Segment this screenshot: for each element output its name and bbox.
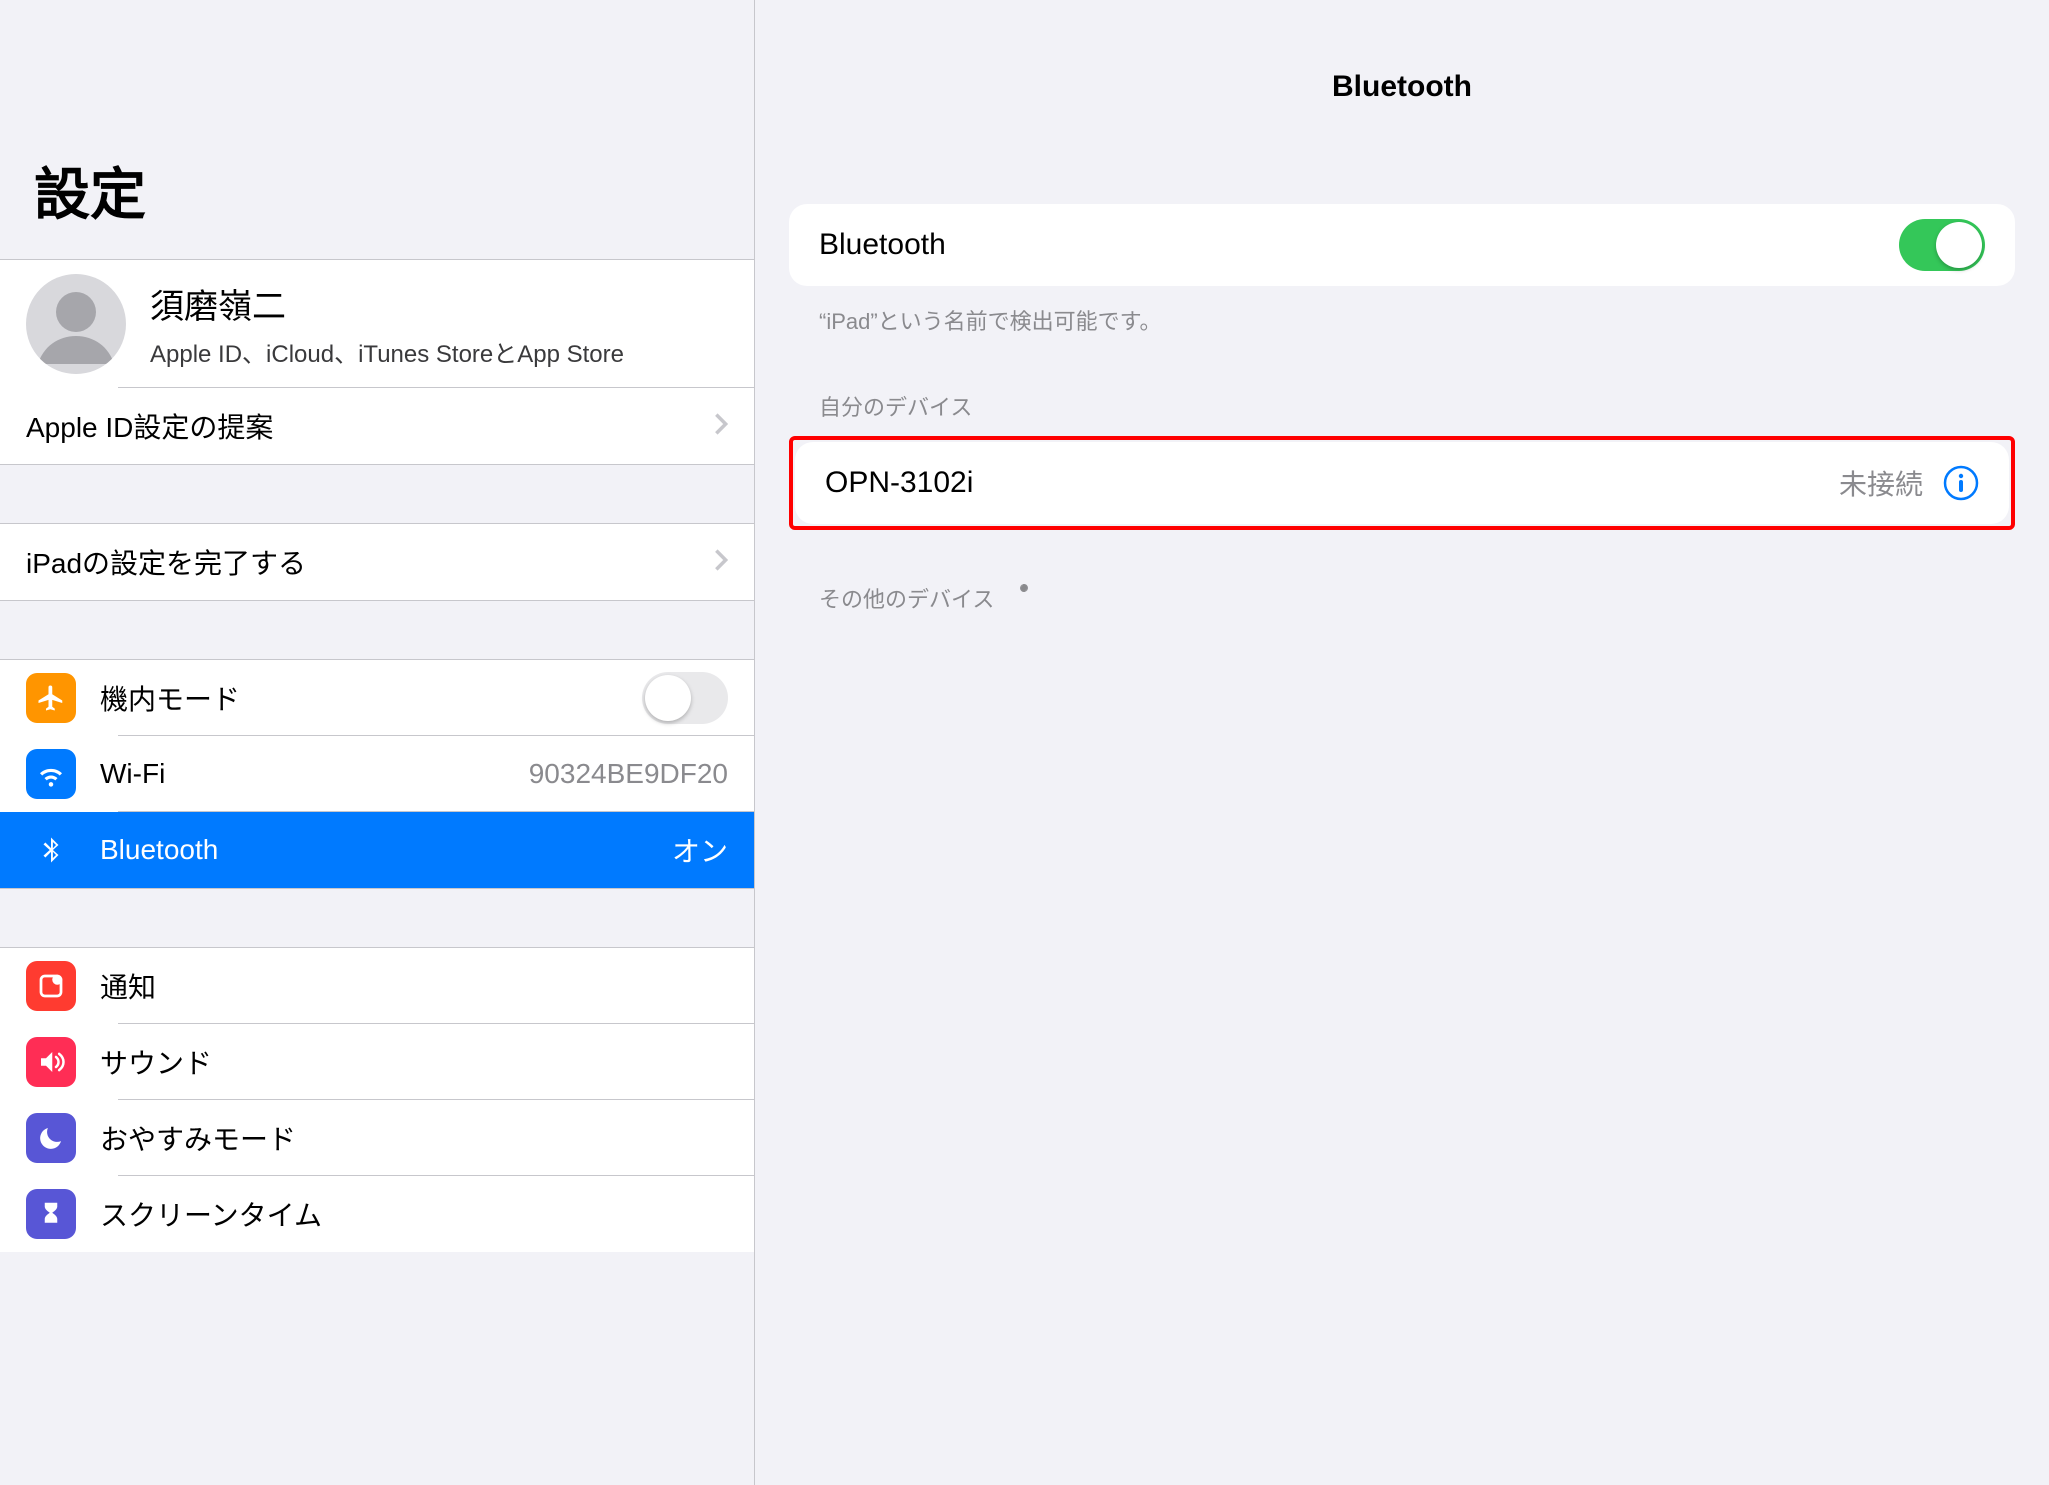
appleid-suggestion-row[interactable]: Apple ID設定の提案 bbox=[0, 388, 754, 464]
general-group: 通知 サウンド おやすみモード スクリーンタイム bbox=[0, 947, 754, 1252]
my-devices-header: 自分のデバイス bbox=[789, 336, 2015, 436]
other-devices-row: その他のデバイス bbox=[789, 530, 2015, 614]
device-status: 未接続 bbox=[1839, 463, 1923, 503]
detail-pane: Bluetooth Bluetooth “iPad”という名前で検出可能です。 … bbox=[755, 0, 2049, 1485]
sidebar-item-sound[interactable]: サウンド bbox=[0, 1024, 754, 1100]
wifi-icon bbox=[26, 749, 76, 799]
bluetooth-toggle[interactable] bbox=[1899, 219, 1985, 271]
bluetooth-value: オン bbox=[672, 830, 728, 870]
moon-icon bbox=[26, 1113, 76, 1163]
bluetooth-toggle-label: Bluetooth bbox=[819, 228, 1899, 262]
appleid-suggestion-label: Apple ID設定の提案 bbox=[26, 406, 700, 446]
wifi-value: 90324BE9DF20 bbox=[529, 758, 728, 790]
finish-setup-label: iPadの設定を完了する bbox=[26, 542, 700, 582]
airplane-toggle[interactable] bbox=[642, 672, 728, 724]
info-icon[interactable] bbox=[1943, 465, 1979, 501]
settings-sidebar: 設定 須磨嶺二 Apple ID、iCloud、iTunes StoreとApp… bbox=[0, 0, 755, 1485]
sidebar-item-wifi[interactable]: Wi-Fi 90324BE9DF20 bbox=[0, 736, 754, 812]
sound-label: サウンド bbox=[100, 1042, 728, 1082]
settings-title: 設定 bbox=[0, 0, 754, 259]
bluetooth-icon bbox=[26, 825, 76, 875]
notifications-icon bbox=[26, 961, 76, 1011]
device-name: OPN-3102i bbox=[825, 466, 1839, 500]
spinner-icon bbox=[1010, 584, 1038, 612]
finish-setup-row[interactable]: iPadの設定を完了する bbox=[0, 524, 754, 600]
sidebar-item-airplane[interactable]: 機内モード bbox=[0, 660, 754, 736]
sound-icon bbox=[26, 1037, 76, 1087]
discoverable-caption: “iPad”という名前で検出可能です。 bbox=[789, 286, 2015, 336]
other-devices-header: その他のデバイス bbox=[819, 582, 994, 614]
chevron-right-icon bbox=[714, 548, 728, 577]
airplane-icon bbox=[26, 673, 76, 723]
device-row[interactable]: OPN-3102i 未接続 bbox=[795, 442, 2009, 524]
finish-setup-group: iPadの設定を完了する bbox=[0, 523, 754, 601]
avatar-icon bbox=[26, 274, 126, 374]
chevron-right-icon bbox=[714, 412, 728, 441]
sidebar-item-dnd[interactable]: おやすみモード bbox=[0, 1100, 754, 1176]
sidebar-item-screentime[interactable]: スクリーンタイム bbox=[0, 1176, 754, 1252]
bluetooth-toggle-card: Bluetooth bbox=[789, 204, 2015, 286]
appleid-sub: Apple ID、iCloud、iTunes StoreとApp Store bbox=[150, 334, 728, 369]
highlight-annotation: OPN-3102i 未接続 bbox=[789, 436, 2015, 530]
detail-title: Bluetooth bbox=[755, 0, 2049, 104]
bluetooth-toggle-row[interactable]: Bluetooth bbox=[789, 204, 2015, 286]
hourglass-icon bbox=[26, 1189, 76, 1239]
appleid-row[interactable]: 須磨嶺二 Apple ID、iCloud、iTunes StoreとApp St… bbox=[0, 260, 754, 388]
screentime-label: スクリーンタイム bbox=[100, 1194, 728, 1234]
notifications-label: 通知 bbox=[100, 966, 728, 1006]
wifi-label: Wi-Fi bbox=[100, 758, 529, 790]
airplane-label: 機内モード bbox=[100, 678, 642, 718]
appleid-group: 須磨嶺二 Apple ID、iCloud、iTunes StoreとApp St… bbox=[0, 259, 754, 465]
bluetooth-label: Bluetooth bbox=[100, 834, 672, 866]
my-devices-card: OPN-3102i 未接続 bbox=[795, 442, 2009, 524]
sidebar-item-notifications[interactable]: 通知 bbox=[0, 948, 754, 1024]
connectivity-group: 機内モード Wi-Fi 90324BE9DF20 Bluetooth オン bbox=[0, 659, 754, 889]
appleid-name: 須磨嶺二 bbox=[150, 279, 728, 328]
dnd-label: おやすみモード bbox=[100, 1118, 728, 1158]
sidebar-item-bluetooth[interactable]: Bluetooth オン bbox=[0, 812, 754, 888]
